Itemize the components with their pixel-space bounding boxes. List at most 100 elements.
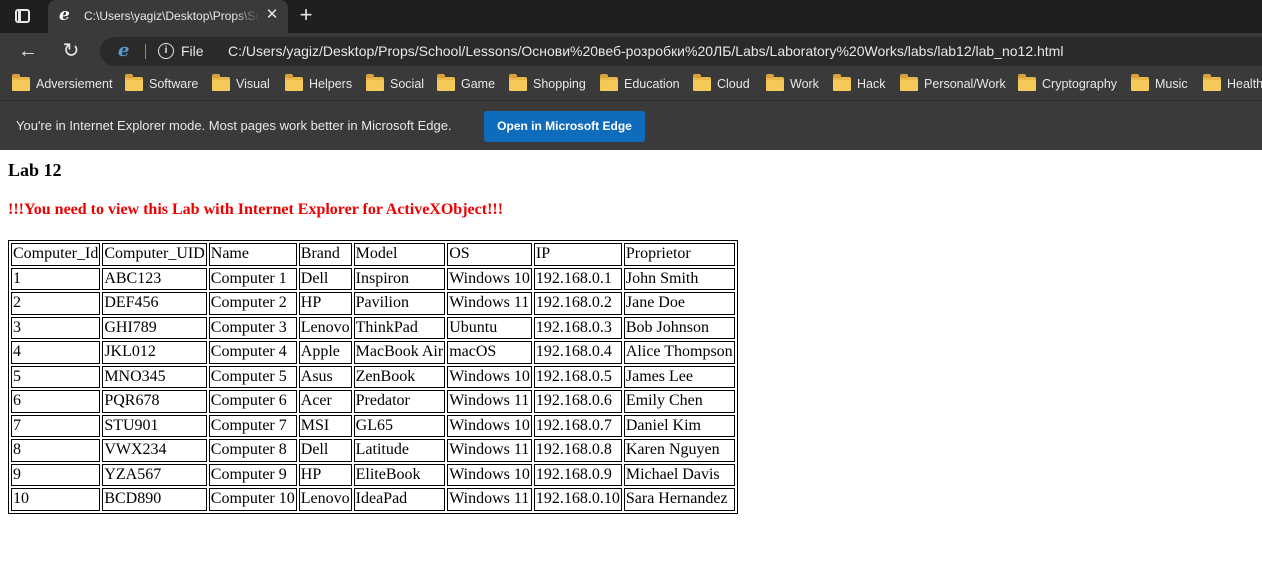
folder-icon bbox=[600, 74, 618, 91]
table-cell: Dell bbox=[298, 439, 352, 462]
ie-mode-infobar: You're in Internet Explorer mode. Most p… bbox=[0, 100, 1262, 150]
tab-actions-icon[interactable] bbox=[14, 8, 32, 24]
table-row: 7 STU901 Computer 7 MSI GL65 Windows 10 192.16… bbox=[11, 414, 735, 437]
table-header-cell: Model bbox=[353, 243, 446, 266]
favorite-label: Cryptography bbox=[1042, 77, 1118, 91]
favorite-label: Music bbox=[1155, 77, 1188, 91]
page-heading: Lab 12 bbox=[8, 160, 62, 180]
table-cell: 6 bbox=[11, 390, 101, 413]
table-cell: Asus bbox=[298, 365, 352, 388]
favorite-label: Helpers bbox=[309, 77, 353, 91]
table-cell: Pavilion bbox=[353, 292, 446, 315]
table-cell: YZA567 bbox=[102, 463, 207, 486]
table-row: 8 VWX234 Computer 8 Dell Latitude Windows 11 1… bbox=[11, 439, 735, 462]
table-cell: Computer 8 bbox=[208, 439, 297, 462]
favorite-label: Hack bbox=[857, 77, 886, 91]
ie-logo-icon: e bbox=[59, 5, 70, 25]
table-cell: Jane Doe bbox=[623, 292, 735, 315]
table-cell: DEF456 bbox=[102, 292, 207, 315]
folder-icon bbox=[12, 74, 30, 91]
folder-icon bbox=[366, 74, 384, 91]
reload-button[interactable]: ↻ bbox=[60, 40, 82, 62]
table-cell: Ubuntu bbox=[447, 316, 532, 339]
table-cell: 192.168.0.1 bbox=[533, 267, 622, 290]
table-cell: Inspiron bbox=[353, 267, 446, 290]
favorite-label: Education bbox=[624, 77, 680, 91]
page-content: Lab 12 !!!You need to view this Lab with… bbox=[0, 150, 1262, 585]
ie-mode-icon[interactable]: e bbox=[118, 42, 136, 60]
favorite-label: Health bbox=[1227, 77, 1262, 91]
table-cell: 192.168.0.8 bbox=[533, 439, 622, 462]
table-cell: Windows 11 bbox=[447, 439, 532, 462]
new-tab-button[interactable]: + bbox=[295, 4, 317, 26]
table-cell: BCD890 bbox=[102, 488, 207, 511]
table-cell: HP bbox=[298, 463, 352, 486]
favorite-label: Cloud bbox=[717, 77, 750, 91]
table-cell: macOS bbox=[447, 341, 532, 364]
table-cell: JKL012 bbox=[102, 341, 207, 364]
table-cell: James Lee bbox=[623, 365, 735, 388]
folder-icon bbox=[900, 74, 918, 91]
table-cell: MacBook Air bbox=[353, 341, 446, 364]
table-cell: Windows 11 bbox=[447, 292, 532, 315]
table-cell: Windows 11 bbox=[447, 488, 532, 511]
tab-title: C:\Users\yagiz\Desktop\Props\School\Less… bbox=[84, 9, 260, 23]
folder-icon bbox=[833, 74, 851, 91]
favorites-bar: Adversiement Software Visual Helpers Social G… bbox=[0, 69, 1262, 100]
table-cell: 192.168.0.5 bbox=[533, 365, 622, 388]
table-cell: Computer 4 bbox=[208, 341, 297, 364]
table-row: 3 GHI789 Computer 3 Lenovo ThinkPad Ubuntu 192… bbox=[11, 316, 735, 339]
folder-icon bbox=[693, 74, 711, 91]
table-cell: 192.168.0.9 bbox=[533, 463, 622, 486]
table-header-cell: Name bbox=[208, 243, 297, 266]
table-cell: Karen Nguyen bbox=[623, 439, 735, 462]
table-cell: Computer 1 bbox=[208, 267, 297, 290]
folder-icon bbox=[509, 74, 527, 91]
table-cell: Bob Johnson bbox=[623, 316, 735, 339]
table-cell: GHI789 bbox=[102, 316, 207, 339]
table-cell: 9 bbox=[11, 463, 101, 486]
table-cell: 192.168.0.3 bbox=[533, 316, 622, 339]
browser-tab[interactable]: e C:\Users\yagiz\Desktop\Props\School\Le… bbox=[48, 0, 288, 33]
favorite-label: Adversiement bbox=[36, 77, 113, 91]
table-cell: 3 bbox=[11, 316, 101, 339]
table-cell: Computer 7 bbox=[208, 414, 297, 437]
table-cell: 192.168.0.7 bbox=[533, 414, 622, 437]
url-text[interactable]: C:/Users/yagiz/Desktop/Props/School/Less… bbox=[228, 43, 1063, 59]
open-in-edge-button[interactable]: Open in Microsoft Edge bbox=[484, 111, 645, 142]
table-row: 4 JKL012 Computer 4 Apple MacBook Air macOS 19… bbox=[11, 341, 735, 364]
folder-icon bbox=[285, 74, 303, 91]
back-button[interactable]: ← bbox=[17, 40, 39, 62]
table-cell: Computer 5 bbox=[208, 365, 297, 388]
favorite-label: Personal/Work bbox=[924, 77, 1006, 91]
table-cell: Lenovo bbox=[298, 488, 352, 511]
table-cell: 192.168.0.10 bbox=[533, 488, 622, 511]
table-row: 9 YZA567 Computer 9 HP EliteBook Windows 10 19… bbox=[11, 463, 735, 486]
table-cell: 1 bbox=[11, 267, 101, 290]
address-bar[interactable]: e i File C:/Users/yagiz/Desktop/Props/Sc… bbox=[100, 37, 1262, 66]
table-cell: Computer 10 bbox=[208, 488, 297, 511]
folder-icon bbox=[125, 74, 143, 91]
table-cell: Computer 6 bbox=[208, 390, 297, 413]
table-cell: Lenovo bbox=[298, 316, 352, 339]
table-cell: Windows 10 bbox=[447, 463, 532, 486]
protocol-label[interactable]: File bbox=[181, 43, 204, 59]
favorite-label: Shopping bbox=[533, 77, 586, 91]
table-cell: STU901 bbox=[102, 414, 207, 437]
favorite-label: Visual bbox=[236, 77, 270, 91]
divider bbox=[145, 44, 146, 59]
table-cell: 192.168.0.6 bbox=[533, 390, 622, 413]
tab-strip: e C:\Users\yagiz\Desktop\Props\School\Le… bbox=[0, 0, 1262, 33]
table-header-cell: IP bbox=[533, 243, 622, 266]
table-header-cell: Proprietor bbox=[623, 243, 735, 266]
close-tab-icon[interactable]: ✕ bbox=[264, 7, 280, 23]
info-icon[interactable]: i bbox=[158, 43, 174, 59]
table-cell: IdeaPad bbox=[353, 488, 446, 511]
table-cell: 2 bbox=[11, 292, 101, 315]
favorite-label: Game bbox=[461, 77, 496, 91]
table-cell: Windows 10 bbox=[447, 365, 532, 388]
folder-icon bbox=[1018, 74, 1036, 91]
table-cell: Computer 9 bbox=[208, 463, 297, 486]
table-cell: Emily Chen bbox=[623, 390, 735, 413]
table-cell: 4 bbox=[11, 341, 101, 364]
